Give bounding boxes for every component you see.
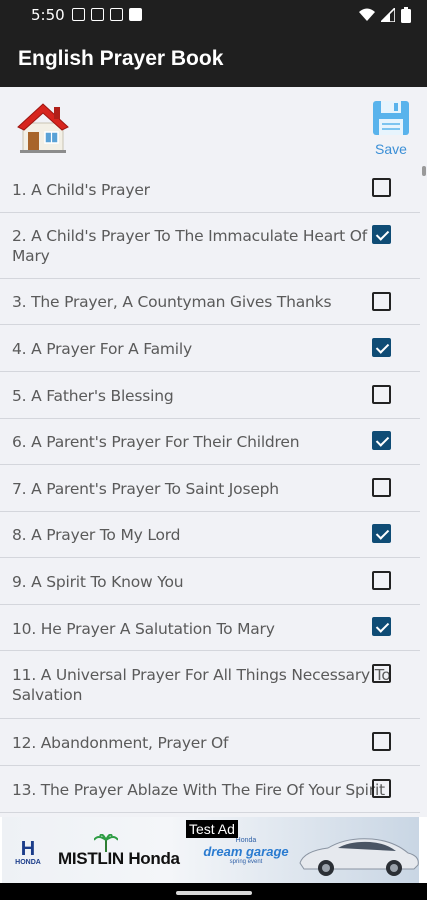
app-title: English Prayer Book — [18, 47, 224, 70]
prayer-title: 7. A Parent's Prayer To Saint Joseph — [12, 480, 279, 498]
list-item[interactable]: 9. A Spirit To Know You — [0, 558, 420, 605]
battery-icon — [401, 7, 411, 23]
ad-promo-subtitle: spring event — [229, 859, 263, 865]
notification-icons — [72, 8, 142, 21]
prayer-checkbox[interactable] — [372, 338, 391, 357]
ad-promo-top: Honda — [235, 837, 257, 844]
prayer-checkbox[interactable] — [372, 779, 391, 798]
prayer-checkbox[interactable] — [372, 225, 391, 244]
prayer-checkbox[interactable] — [372, 571, 391, 590]
ad-brand: MISTLIN Honda — [58, 849, 180, 868]
home-icon — [17, 103, 69, 153]
ad-banner[interactable]: H HONDA MISTLIN Honda Honda dream garage… — [0, 817, 427, 883]
ad-promo: Honda dream garage spring event — [198, 837, 294, 865]
wifi-icon — [359, 8, 375, 21]
save-button[interactable]: Save — [368, 100, 414, 157]
honda-logo-text: HONDA — [15, 859, 41, 866]
app-bar: English Prayer Book — [0, 30, 427, 87]
save-icon — [373, 101, 409, 135]
prayer-checkbox[interactable] — [372, 664, 391, 683]
notification-icon — [110, 8, 123, 21]
prayer-title: 9. A Spirit To Know You — [12, 573, 184, 591]
notification-icon — [91, 8, 104, 21]
prayer-title: 10. He Prayer A Salutation To Mary — [12, 620, 275, 638]
save-label: Save — [375, 141, 407, 157]
prayer-title: 1. A Child's Prayer — [12, 181, 150, 199]
prayer-checkbox[interactable] — [372, 431, 391, 450]
prayer-checkbox[interactable] — [372, 178, 391, 197]
prayer-checkbox[interactable] — [372, 524, 391, 543]
notification-icon — [72, 8, 85, 21]
test-ad-tag: Test Ad — [186, 820, 238, 838]
sd-card-icon — [129, 8, 142, 21]
list-item[interactable]: 13. The Prayer Ablaze With The Fire Of Y… — [0, 766, 420, 813]
prayer-title: 3. The Prayer, A Countyman Gives Thanks — [12, 293, 332, 311]
list-item[interactable]: 5. A Father's Blessing — [0, 372, 420, 419]
status-time: 5:50 — [31, 6, 65, 24]
prayer-title: 13. The Prayer Ablaze With The Fire Of Y… — [12, 781, 385, 799]
prayer-checkbox[interactable] — [372, 292, 391, 311]
prayer-checkbox[interactable] — [372, 478, 391, 497]
prayer-title: 6. A Parent's Prayer For Their Children — [12, 433, 300, 451]
prayer-title: 2. A Child's Prayer To The Immaculate He… — [12, 227, 368, 265]
ad-creative[interactable]: H HONDA MISTLIN Honda Honda dream garage… — [2, 817, 419, 883]
system-icons — [359, 7, 411, 23]
navigation-bar — [0, 883, 427, 900]
list-item[interactable]: 12. Abandonment, Prayer Of — [0, 719, 420, 766]
prayer-title: 12. Abandonment, Prayer Of — [12, 734, 229, 752]
list-item[interactable]: 3. The Prayer, A Countyman Gives Thanks — [0, 279, 420, 325]
list-item[interactable]: 7. A Parent's Prayer To Saint Joseph — [0, 465, 420, 512]
list-item[interactable]: 10. He Prayer A Salutation To Mary — [0, 605, 420, 651]
list-item[interactable]: 11. A Universal Prayer For All Things Ne… — [0, 651, 420, 719]
list-item[interactable]: 8. A Prayer To My Lord — [0, 512, 420, 558]
honda-h-icon: H — [20, 838, 36, 860]
prayer-list: 1. A Child's Prayer 2. A Child's Prayer … — [0, 167, 427, 817]
prayer-checkbox[interactable] — [372, 732, 391, 751]
status-bar: 5:50 — [0, 0, 427, 30]
list-item[interactable]: 6. A Parent's Prayer For Their Children — [0, 419, 420, 465]
home-gesture-handle[interactable] — [176, 891, 252, 895]
prayer-title: 5. A Father's Blessing — [12, 387, 174, 405]
honda-logo: H HONDA — [8, 839, 48, 869]
ad-promo-title: dream garage — [203, 844, 289, 859]
list-item[interactable]: 4. A Prayer For A Family — [0, 325, 420, 372]
prayer-title: 4. A Prayer For A Family — [12, 340, 192, 358]
list-item[interactable]: 1. A Child's Prayer — [0, 167, 420, 213]
toolbar: Save — [0, 87, 427, 167]
car-image — [299, 838, 419, 876]
list-item[interactable]: 2. A Child's Prayer To The Immaculate He… — [0, 213, 420, 279]
prayer-title: 11. A Universal Prayer For All Things Ne… — [12, 666, 391, 704]
prayer-checkbox[interactable] — [372, 617, 391, 636]
signal-icon — [381, 8, 395, 22]
home-button[interactable] — [16, 101, 70, 153]
prayer-checkbox[interactable] — [372, 385, 391, 404]
prayer-title: 8. A Prayer To My Lord — [12, 526, 181, 544]
